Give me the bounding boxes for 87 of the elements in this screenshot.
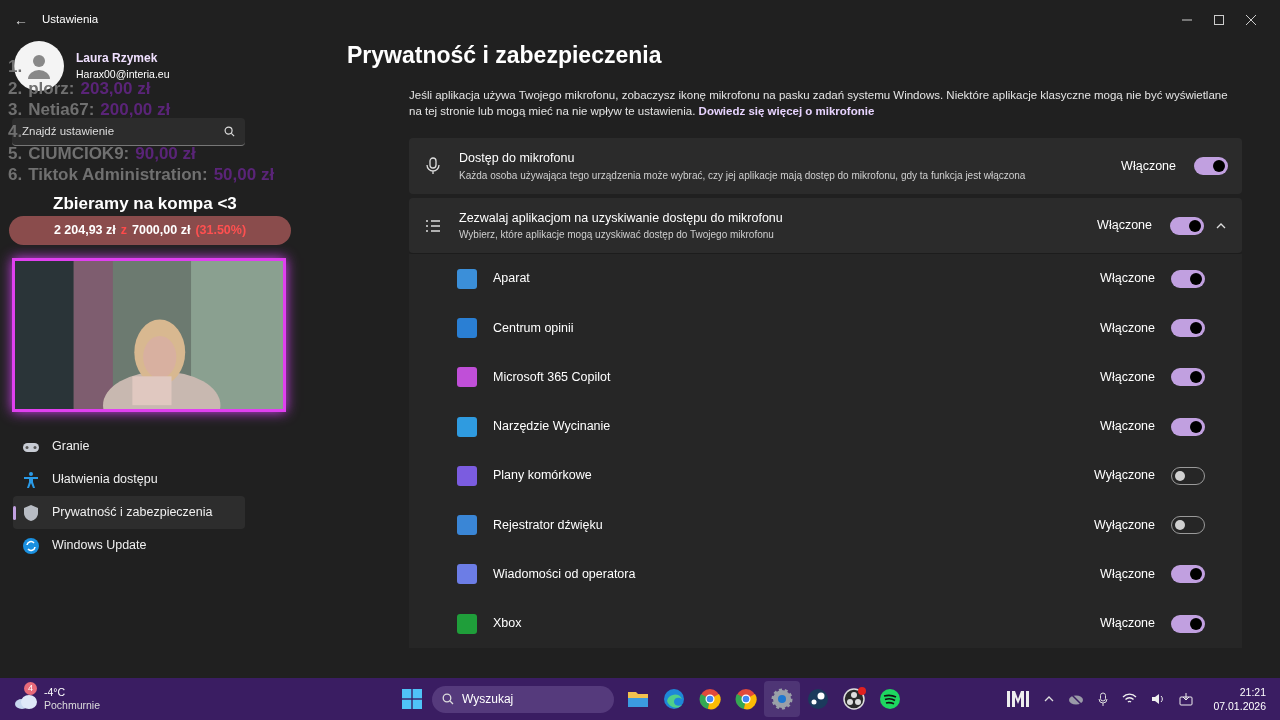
- donor-amount: 50,00 zł: [213, 166, 275, 184]
- list-icon: [425, 217, 441, 234]
- sidebar-item[interactable]: Ułatwienia dostępu: [13, 463, 245, 496]
- app-name: Narzędzie Wycinanie: [493, 418, 612, 436]
- app-name: Wiadomości od operatora: [493, 566, 637, 584]
- wifi-icon[interactable]: [1122, 693, 1138, 705]
- goal-title: Zbieramy na kompa <3: [53, 193, 237, 215]
- donor-rank: 5.: [8, 144, 23, 162]
- sidebar-item[interactable]: Granie: [13, 430, 245, 463]
- description: Jeśli aplikacja używa Twojego mikrofonu, zobaczysz ikonę mikrofonu na pasku zadań systemu Windows. Niektóre aplikacje klasyczne mogą nie być wyświetlane na tej stronie lub mogą mieć na nie wpływ te ustawienia. Dowiedz się więcej o mikrofonie: [409, 88, 1229, 119]
- chevron-up-icon[interactable]: [1044, 694, 1055, 704]
- cloud-off-icon[interactable]: [1068, 692, 1085, 706]
- person-icon: [26, 53, 52, 79]
- app-name: Microsoft 365 Copilot: [493, 368, 612, 386]
- app-name: Xbox: [493, 615, 523, 633]
- user-email: Harax00@interia.eu: [76, 67, 170, 82]
- cloud-icon: [14, 692, 38, 710]
- app-name: Plany komórkowe: [493, 467, 593, 485]
- sidebar-item[interactable]: Prywatność i zabezpieczenia: [13, 496, 245, 529]
- temperature: -4°C: [44, 686, 67, 699]
- donor-rank: 2.: [8, 79, 23, 97]
- page-title: Prywatność i zabezpieczenia: [347, 44, 663, 67]
- card-subtitle: Wybierz, które aplikacje mogą uzyskiwać dostęp do Twojego mikrofonu: [459, 228, 775, 243]
- state-label: Włączone: [1100, 270, 1155, 288]
- sidebar-item[interactable]: Windows Update: [13, 529, 245, 562]
- donor-name: Tiktok Administration:: [28, 166, 208, 184]
- record-app-icon: [842, 687, 866, 711]
- donor-rank: 6.: [8, 166, 23, 184]
- windows-logo-icon[interactable]: [402, 689, 422, 709]
- browser-icon: [734, 687, 758, 711]
- app-name: Aparat: [493, 270, 531, 288]
- logo-icon[interactable]: [1006, 689, 1031, 709]
- toggle-switch[interactable]: [1171, 565, 1205, 584]
- microphone-icon: [425, 157, 441, 175]
- music-app-icon: [878, 687, 902, 711]
- clock-time: 21:21: [1239, 685, 1266, 699]
- selection-indicator: [13, 506, 16, 520]
- donor-rank: 3.: [8, 101, 23, 119]
- toggle-switch[interactable]: [1194, 157, 1228, 175]
- state-label: Włączone: [1100, 566, 1155, 584]
- weather-condition: Pochmurnie: [44, 699, 101, 712]
- donor-name: CIUMCIOK9:: [28, 144, 130, 162]
- shield-icon: [22, 503, 40, 522]
- back-button[interactable]: ←: [14, 9, 28, 31]
- state-label: Wyłączone: [1093, 467, 1155, 485]
- toggle-switch[interactable]: [1171, 318, 1205, 337]
- donor-amount: 200,00 zł: [100, 101, 171, 119]
- card-title: Zezwalaj aplikacjom na uzyskiwanie dostępu do mikrofonu: [459, 209, 784, 227]
- taskbar-search[interactable]: Wyszukaj: [432, 685, 614, 713]
- app-name: Centrum opinii: [493, 319, 575, 337]
- browser-icon: [698, 687, 722, 711]
- state-label: Włączone: [1100, 368, 1155, 386]
- goal-bar: 2 204,93 zł z 7000,00 zł (31.50%): [9, 216, 291, 245]
- learn-more-link[interactable]: Dowiedz się więcej o mikrofonie: [698, 105, 875, 117]
- card-subtitle: Każda osoba używająca tego urządzenia może wybrać, czy jej aplikacje mają dostęp do mikrofonu, gdy ta funkcja jest włączona: [459, 168, 1027, 183]
- state-label: Wyłączone: [1093, 516, 1155, 534]
- notification-badge: 4: [24, 682, 37, 695]
- donor-amount: 90,00 zł: [135, 144, 196, 162]
- app-name: Rejestrator dźwięku: [493, 516, 604, 534]
- close-icon[interactable]: [1246, 15, 1256, 25]
- microphone-icon[interactable]: [1098, 691, 1109, 707]
- toggle-switch[interactable]: [1171, 269, 1205, 288]
- donor-name: Netia67:: [28, 101, 95, 119]
- toggle-switch[interactable]: [1170, 216, 1204, 235]
- toggle-switch[interactable]: [1171, 368, 1205, 387]
- maximize-icon[interactable]: [1214, 15, 1224, 25]
- update-icon: [22, 536, 40, 555]
- toggle-switch[interactable]: [1171, 614, 1205, 633]
- state-label: Włączone: [1097, 217, 1152, 235]
- card-title: Dostęp do mikrofonu: [459, 150, 576, 168]
- edge-icon: [662, 687, 686, 711]
- steam-icon: [806, 687, 830, 711]
- clock-date: 07.01.2026: [1213, 699, 1266, 713]
- toggle-switch[interactable]: [1171, 417, 1205, 436]
- download-icon[interactable]: [1179, 692, 1194, 706]
- settings-icon: [770, 687, 794, 711]
- window-title: Ustawienia: [42, 12, 99, 28]
- state-label: Włączone: [1121, 157, 1176, 175]
- accessibility-icon: [22, 470, 40, 489]
- state-label: Włączone: [1100, 615, 1155, 633]
- search-icon: [442, 693, 454, 705]
- state-label: Włączone: [1100, 319, 1155, 337]
- state-label: Włączone: [1100, 418, 1155, 436]
- user-name: Laura Rzymek: [76, 50, 159, 68]
- donor-amount: 203,00 zł: [80, 79, 151, 97]
- volume-icon[interactable]: [1151, 693, 1166, 705]
- search-icon: [224, 126, 235, 137]
